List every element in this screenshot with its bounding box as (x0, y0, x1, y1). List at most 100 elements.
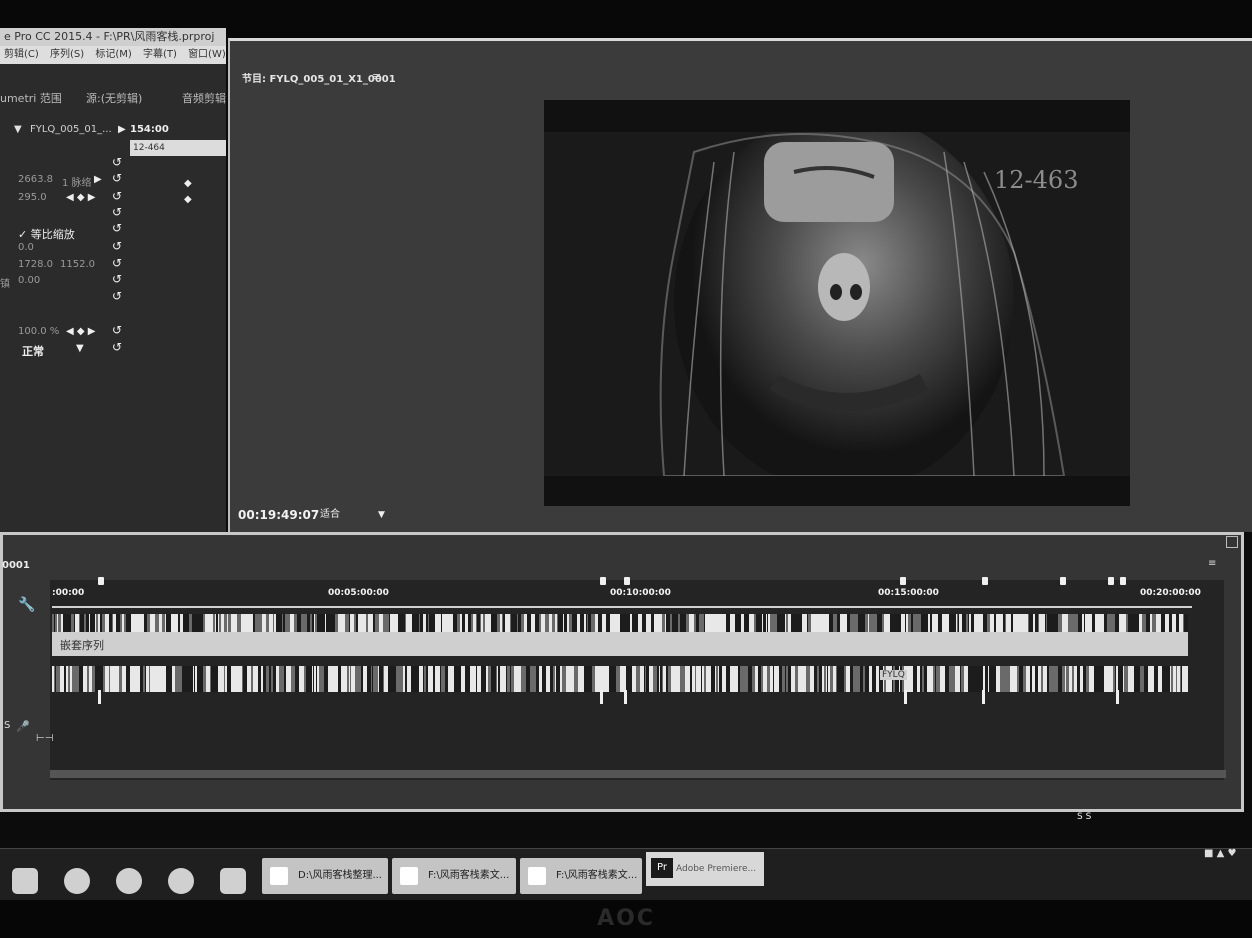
video-track-clips[interactable] (52, 666, 1188, 692)
taskbar-button-label: F:\风雨客栈素文... (428, 870, 510, 881)
next-keyframe-icon[interactable]: ▶ (94, 174, 102, 185)
play-triangle-icon[interactable]: ▶ (118, 124, 126, 135)
timeline-marker[interactable] (98, 577, 104, 585)
timeline-marker[interactable] (900, 577, 906, 585)
app-title-bar: e Pro CC 2015.4 - F:\PR\风雨客栈.prproj (0, 28, 226, 46)
track-label: S (4, 720, 11, 731)
split-icon[interactable]: ⊢⊣ (36, 733, 53, 744)
panel-menu-icon[interactable]: ≡ (372, 70, 381, 83)
clip-label: FYLQ (880, 670, 907, 680)
anti-flicker-label: 镇 (0, 279, 10, 290)
time-ruler[interactable] (52, 606, 1192, 608)
menu-item-sequence[interactable]: 序列(S) (50, 49, 84, 60)
left-panel-tabs: umetri 范围 源:(无剪辑) 音频剪辑 (0, 86, 226, 108)
taskbar-folder-button[interactable]: D:\风雨客栈整理... (262, 858, 388, 894)
premiere-logo-icon: Pr (651, 858, 673, 878)
marker-pole (624, 690, 627, 704)
scale-value[interactable]: 295.0 (18, 192, 47, 203)
folder-icon (270, 867, 288, 885)
clip-chip[interactable]: 12-464 (130, 140, 226, 156)
marker-pole (1116, 690, 1119, 704)
timeline-marker[interactable] (1120, 577, 1126, 585)
reset-icon[interactable]: ↺ (112, 222, 124, 234)
ruler-label: 00:20:00:00 (1140, 588, 1201, 598)
reset-icon[interactable]: ↺ (112, 172, 124, 184)
marker-pole (98, 690, 101, 704)
timeline-marker[interactable] (982, 577, 988, 585)
rotation-value[interactable]: 0.0 (18, 242, 34, 253)
taskbar-grid-icon[interactable] (220, 868, 246, 894)
anchor-y-value[interactable]: 1152.0 (60, 259, 95, 270)
burned-in-timecode: 12-463 (994, 166, 1079, 194)
microphone-icon[interactable]: 🎤 (16, 720, 30, 733)
program-timecode[interactable]: 00:19:49:07 (238, 508, 319, 522)
taskbar-button-label: F:\风雨客栈素文... (556, 870, 638, 881)
menu-bar: 剪辑(C) 序列(S) 标记(M) 字幕(T) 窗口(W) (0, 46, 226, 64)
position-y-value[interactable]: 1 脉络 (62, 174, 92, 189)
tab-source[interactable]: 源:(无剪辑) (86, 90, 142, 106)
audio-meter-labels: S S (1077, 812, 1092, 822)
marker-pole (982, 690, 985, 704)
nested-sequence-label: 嵌套序列 (60, 639, 104, 652)
panel-menu-icon[interactable]: ≡ (1208, 558, 1216, 569)
tab-audio-clip[interactable]: 音频剪辑 (182, 90, 226, 106)
reset-icon[interactable]: ↺ (112, 290, 124, 302)
taskbar-k-icon[interactable] (64, 868, 90, 894)
tab-lumetri-scopes[interactable]: umetri 范围 (0, 90, 62, 106)
timeline-marker[interactable] (600, 577, 606, 585)
reset-icon[interactable]: ↺ (112, 324, 124, 336)
mini-timecode: 154:00 (130, 124, 169, 135)
anchor-x-value[interactable]: 1728.0 (18, 259, 53, 270)
opacity-value[interactable]: 100.0 % (18, 326, 59, 337)
keyframe-nav-icon[interactable]: ◀ ◆ ▶ (66, 192, 95, 203)
close-icon[interactable] (1226, 536, 1238, 548)
reset-icon[interactable]: ↺ (112, 341, 124, 353)
video-track-1-nested-clip[interactable] (52, 632, 1188, 656)
taskbar-bird-icon[interactable] (116, 868, 142, 894)
blend-mode-select[interactable]: 正常 (22, 343, 44, 359)
reset-icon[interactable]: ↺ (112, 273, 124, 285)
folder-icon (528, 867, 546, 885)
opacity-keyframe-nav-icon[interactable]: ◀ ◆ ▶ (66, 326, 95, 337)
keyframe-diamond-icon[interactable]: ◆ (184, 178, 192, 189)
marker-pole (904, 690, 907, 704)
video-track-2[interactable] (52, 614, 1188, 632)
timeline-marker[interactable] (624, 577, 630, 585)
zoom-fit-label: 适合 (320, 509, 340, 520)
taskbar-browser-icon[interactable] (168, 868, 194, 894)
reset-icon[interactable]: ↺ (112, 206, 124, 218)
reset-icon[interactable]: ↺ (112, 257, 124, 269)
reset-icon[interactable]: ↺ (112, 240, 124, 252)
taskbar-app-icon[interactable] (12, 868, 38, 894)
taskbar-button-label: Adobe Premiere... (676, 864, 757, 874)
marker-pole (600, 690, 603, 704)
reset-icon[interactable]: ↺ (112, 190, 124, 202)
menu-item-clip[interactable]: 剪辑(C) (4, 49, 39, 60)
taskbar-folder-button[interactable]: F:\风雨客栈素文... (392, 858, 516, 894)
reset-icon[interactable]: ↺ (112, 156, 124, 168)
timeline-marker[interactable] (1060, 577, 1066, 585)
ruler-label: 00:15:00:00 (878, 588, 939, 598)
zoom-fit-select[interactable]: 适合 ▼ (320, 507, 390, 523)
taskbar-folder-button[interactable]: F:\风雨客栈素文... (520, 858, 642, 894)
timeline-marker[interactable] (1108, 577, 1114, 585)
menu-item-marker[interactable]: 标记(M) (95, 49, 131, 60)
keyframe-diamond-icon[interactable]: ◆ (184, 194, 192, 205)
monitor-brand-logo: AOC (597, 906, 655, 931)
taskbar-button-label: D:\风雨客栈整理... (298, 870, 382, 881)
system-tray[interactable]: ■ ▲ ♥ (1204, 848, 1236, 859)
wrench-icon[interactable]: 🔧 (18, 597, 35, 613)
timeline-scrollbar[interactable] (50, 770, 1226, 778)
folder-icon (400, 867, 418, 885)
menu-item-window[interactable]: 窗口(W) (188, 49, 226, 60)
ruler-label: 00:05:00:00 (328, 588, 389, 598)
clip-name: FYLQ_005_01_... (30, 124, 112, 135)
position-x-value[interactable]: 2663.8 (18, 174, 53, 185)
ruler-label: :00:00 (52, 588, 85, 598)
disclosure-triangle-icon[interactable]: ▼ (14, 124, 22, 135)
menu-item-title[interactable]: 字幕(T) (143, 49, 177, 60)
sequence-tab[interactable]: 0001 (2, 560, 30, 571)
anti-flicker-value[interactable]: 0.00 (18, 275, 40, 286)
chevron-down-icon[interactable]: ▼ (76, 343, 84, 354)
clip-header-row: ▼ FYLQ_005_01_... ▶ 154:00 (0, 122, 226, 138)
